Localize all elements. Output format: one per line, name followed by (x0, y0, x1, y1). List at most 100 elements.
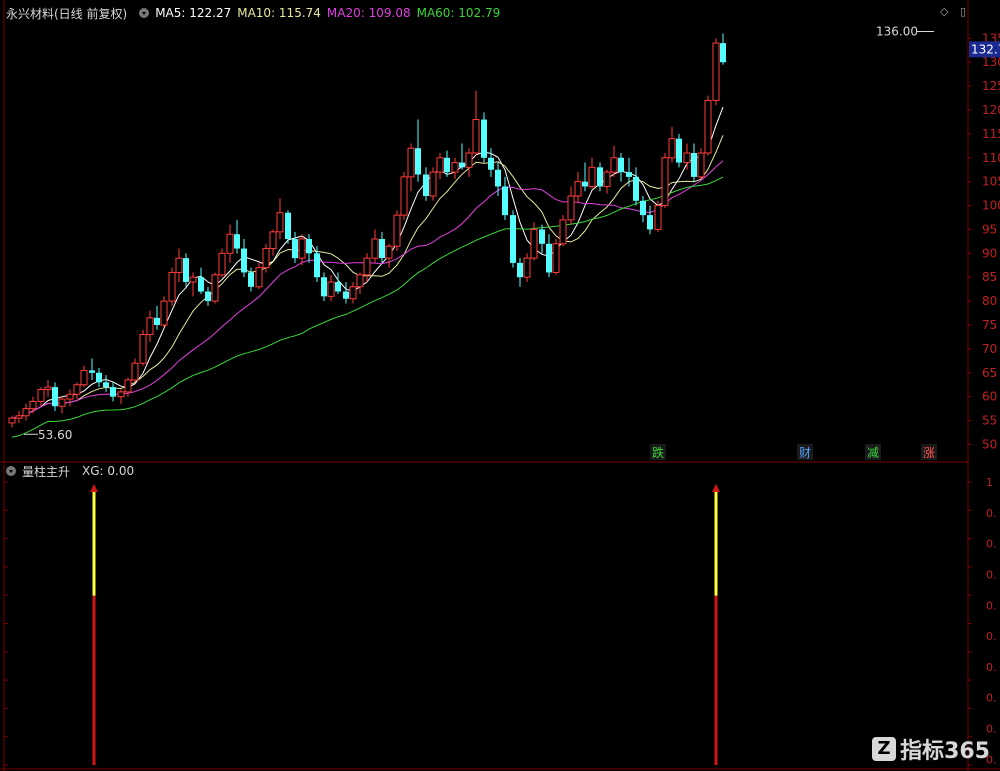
candle (691, 143, 697, 182)
candle (415, 119, 421, 182)
candle-body (343, 291, 349, 299)
candle-body (647, 215, 653, 230)
candle-body (502, 186, 508, 216)
candle-body (44, 386, 52, 391)
y-tick-label: 120 (982, 103, 1000, 117)
candle-body (241, 248, 247, 273)
high-price-label: 136.00 (876, 25, 918, 39)
y-tick-label: 95 (982, 222, 997, 236)
candle (343, 282, 349, 304)
signal-marker: 涨 (923, 445, 935, 460)
candle (211, 272, 219, 304)
candle-body (226, 233, 234, 254)
candle (52, 382, 58, 411)
candle-body (472, 119, 480, 154)
candle-body (697, 152, 705, 178)
candle-body (80, 369, 88, 386)
y-tick-label: 105 (982, 175, 1000, 189)
candle-body (285, 212, 291, 239)
candle (205, 286, 211, 306)
candle-body (385, 245, 393, 259)
signal-marker: 减 (867, 446, 879, 460)
ma20-readout: MA20: 109.08 (326, 6, 411, 20)
candle (349, 282, 357, 304)
candle (73, 382, 81, 400)
candle (393, 210, 401, 251)
candle (44, 379, 52, 397)
candle-body (183, 258, 189, 282)
candle (110, 382, 116, 402)
kline-chart-canvas[interactable]: 1351301251201151101051009590858075706560… (0, 0, 1000, 771)
brand-logo-icon: Z (872, 737, 897, 761)
candle (610, 145, 618, 177)
candle-body (704, 99, 712, 154)
candle-body (495, 169, 501, 187)
candle-body (327, 281, 335, 297)
candle (80, 365, 88, 388)
candle (183, 253, 189, 287)
candle (618, 153, 624, 182)
indicator-toggle-icon[interactable] (6, 466, 16, 476)
candle (154, 305, 160, 330)
candle-body (96, 372, 102, 383)
y-tick-label: 125 (982, 79, 1000, 93)
candle-body (459, 162, 465, 168)
window-icon[interactable]: ▯ (960, 5, 966, 18)
candle (335, 272, 341, 294)
candle (697, 148, 705, 180)
candle (327, 274, 335, 302)
sub-y-tick-label: 0. (986, 599, 997, 612)
candle-body (552, 243, 560, 273)
candle (379, 231, 385, 263)
candle (371, 229, 379, 263)
candle-body (517, 262, 523, 278)
ma60-readout: MA60: 102.79 (416, 6, 501, 20)
candle-body (139, 334, 147, 364)
candle-body (205, 291, 211, 302)
candle-body (234, 234, 240, 249)
candle (633, 167, 639, 206)
candle (552, 239, 560, 275)
candle-body (154, 317, 160, 325)
stock-title: 永兴材料(日线 前复权) (6, 6, 128, 21)
candle-body (37, 389, 45, 402)
candle (495, 162, 501, 196)
main-chart-header: 永兴材料(日线 前复权) MA5: 122.27 MA10: 115.74 MA… (0, 4, 506, 22)
candle (89, 358, 95, 380)
candle-body (588, 166, 596, 187)
current-price-label: 132.7 (971, 42, 1000, 56)
candle (407, 143, 415, 192)
candle (647, 205, 653, 235)
sub-y-tick-label: 0. (986, 661, 997, 674)
candle (704, 95, 712, 156)
candle-body (415, 148, 421, 175)
indicator-name: 量柱主升 (22, 464, 71, 479)
candle (29, 396, 37, 414)
sub-y-tick-label: 0. (986, 507, 997, 520)
candle (429, 167, 437, 201)
candle (720, 33, 726, 65)
candle-body (712, 42, 720, 101)
candle-body (371, 238, 379, 259)
diamond-icon[interactable]: ◇ (940, 5, 948, 18)
candle (676, 133, 682, 168)
indicator-header: 量柱主升 XG: 0.00 (0, 462, 140, 480)
candle-body (488, 157, 494, 170)
candle (539, 224, 545, 254)
indicator-xg: XG: 0.00 (82, 464, 135, 478)
candle-body (110, 387, 116, 397)
candle-body (574, 181, 582, 197)
collapse-toggle-icon[interactable] (139, 8, 150, 18)
candle (218, 248, 226, 278)
candle-body (668, 138, 676, 159)
candle-body (160, 300, 168, 326)
candle (567, 186, 575, 225)
candle (626, 157, 632, 187)
candle-body (298, 238, 306, 259)
candle-body (262, 248, 270, 269)
candle-body (640, 200, 646, 216)
candle (574, 172, 582, 204)
candle (400, 172, 408, 220)
candle-body (618, 157, 624, 173)
candle (226, 224, 234, 263)
